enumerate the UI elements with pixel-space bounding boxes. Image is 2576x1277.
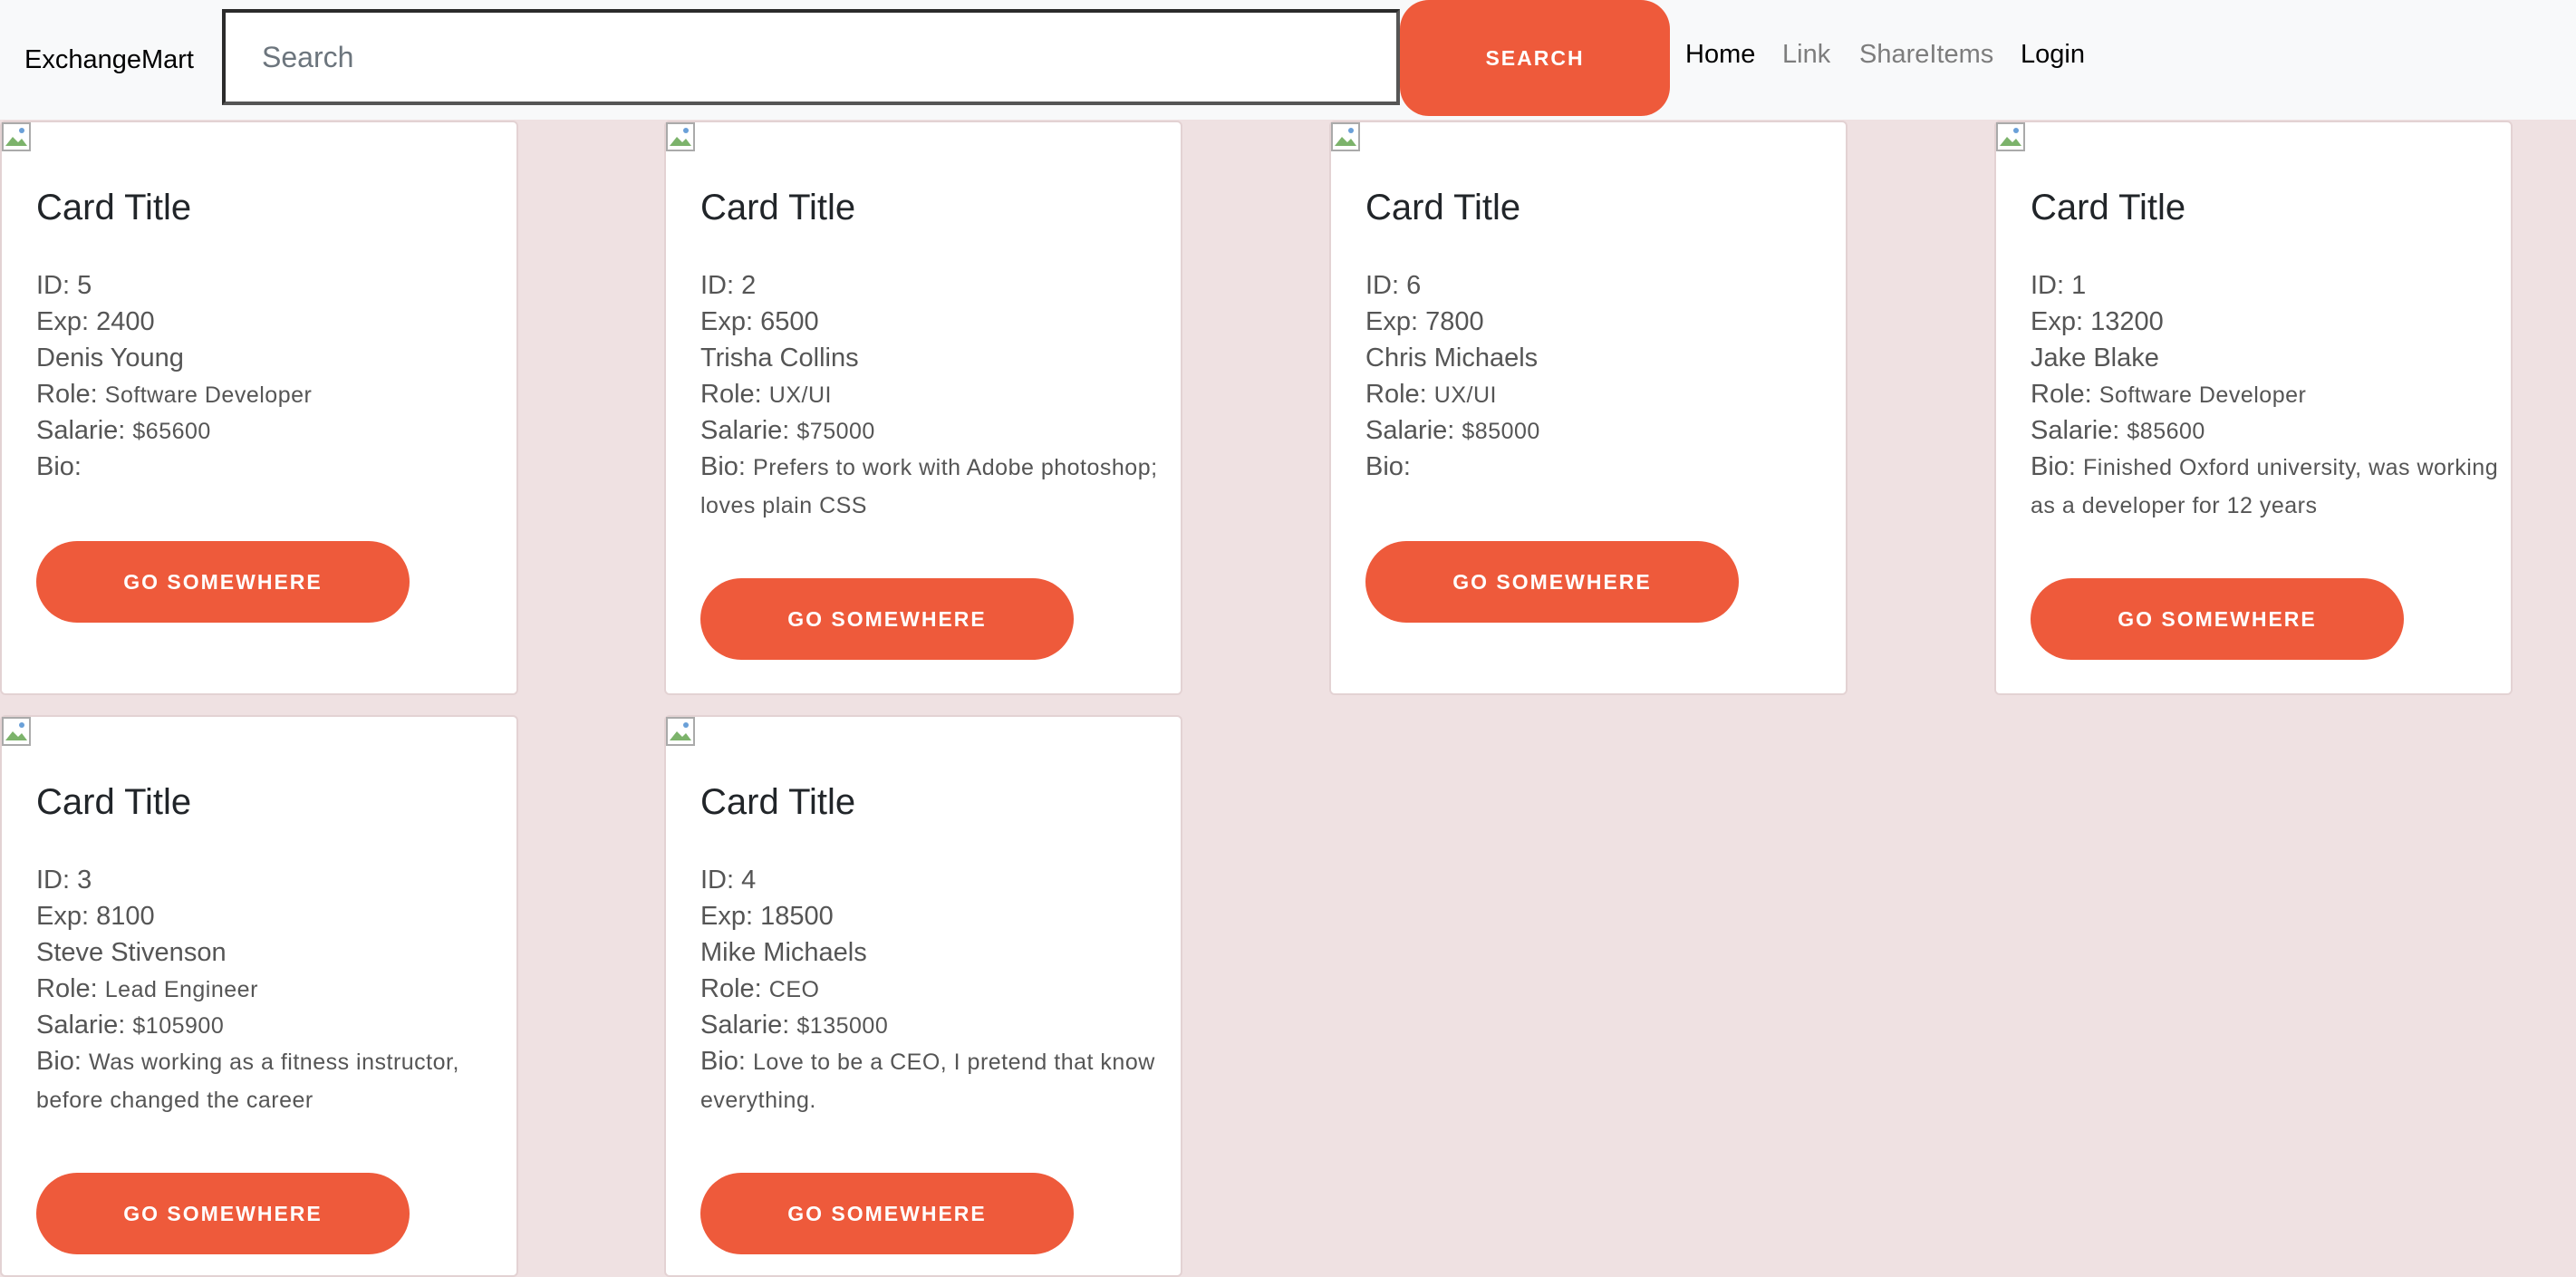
card-exp: Exp: 7800	[1365, 307, 1484, 336]
card-name: Mike Michaels	[700, 938, 867, 967]
card-bio: Bio: Was working as a fitness instructor…	[36, 1047, 459, 1113]
go-somewhere-button[interactable]: GO SOMEWHERE	[700, 1173, 1074, 1254]
card-role: Role: Software Developer	[2031, 380, 2307, 409]
card-id: ID: 5	[36, 271, 92, 300]
brand-logo-text[interactable]: ExchangeMart	[24, 45, 194, 75]
card-role: Role: UX/UI	[700, 380, 832, 409]
broken-image-icon	[1331, 122, 1360, 151]
broken-image-icon	[666, 122, 695, 151]
go-somewhere-button[interactable]: GO SOMEWHERE	[2031, 578, 2404, 660]
broken-image-icon	[2, 717, 31, 746]
card-salary: Salarie: $75000	[700, 416, 875, 445]
card-bio: Bio: Love to be a CEO, I pretend that kn…	[700, 1047, 1155, 1113]
card-salary: Salarie: $85000	[1365, 416, 1540, 445]
card-exp: Exp: 13200	[2031, 307, 2164, 336]
navbar: ExchangeMart SEARCH Home Link ShareItems…	[0, 0, 2576, 120]
search-input[interactable]	[222, 9, 1400, 105]
go-somewhere-button[interactable]: GO SOMEWHERE	[700, 578, 1074, 660]
card-name: Trisha Collins	[700, 343, 859, 372]
card-role: Role: Lead Engineer	[36, 974, 258, 1003]
card-role: Role: Software Developer	[36, 380, 313, 409]
employee-card: Card Title ID: 2 Exp: 6500 Trisha Collin…	[664, 121, 1182, 695]
card-title: Card Title	[36, 188, 192, 227]
employee-card: Card Title ID: 5 Exp: 2400 Denis Young R…	[0, 121, 518, 695]
employee-card: Card Title ID: 4 Exp: 18500 Mike Michael…	[664, 715, 1182, 1277]
card-bio: Bio: Prefers to work with Adobe photosho…	[700, 452, 1158, 518]
card-id: ID: 6	[1365, 271, 1422, 300]
go-somewhere-button[interactable]: GO SOMEWHERE	[1365, 541, 1739, 623]
card-exp: Exp: 2400	[36, 307, 155, 336]
card-id: ID: 3	[36, 866, 92, 895]
card-id: ID: 1	[2031, 271, 2087, 300]
card-title: Card Title	[2031, 188, 2186, 227]
card-title: Card Title	[700, 782, 856, 822]
card-bio: Bio:	[1365, 452, 1411, 481]
card-salary: Salarie: $65600	[36, 416, 211, 445]
card-role: Role: UX/UI	[1365, 380, 1497, 409]
card-name: Chris Michaels	[1365, 343, 1539, 372]
nav-link-home[interactable]: Home	[1685, 40, 1755, 70]
card-name: Jake Blake	[2031, 343, 2159, 372]
card-name: Denis Young	[36, 343, 184, 372]
employee-card: Card Title ID: 6 Exp: 7800 Chris Michael…	[1329, 121, 1848, 695]
card-id: ID: 2	[700, 271, 757, 300]
card-exp: Exp: 6500	[700, 307, 819, 336]
card-salary: Salarie: $85600	[2031, 416, 2205, 445]
card-bio: Bio:	[36, 452, 82, 481]
card-bio: Bio: Finished Oxford university, was wor…	[2031, 452, 2499, 518]
go-somewhere-button[interactable]: GO SOMEWHERE	[36, 541, 410, 623]
card-id: ID: 4	[700, 866, 757, 895]
card-name: Steve Stivenson	[36, 938, 227, 967]
nav-link-link[interactable]: Link	[1782, 40, 1830, 70]
card-title: Card Title	[1365, 188, 1521, 227]
card-title: Card Title	[36, 782, 192, 822]
employee-card: Card Title ID: 3 Exp: 8100 Steve Stivens…	[0, 715, 518, 1277]
nav-link-login[interactable]: Login	[2021, 40, 2085, 70]
broken-image-icon	[1996, 122, 2025, 151]
go-somewhere-button[interactable]: GO SOMEWHERE	[36, 1173, 410, 1254]
card-exp: Exp: 18500	[700, 902, 834, 931]
broken-image-icon	[666, 717, 695, 746]
broken-image-icon	[2, 122, 31, 151]
search-button[interactable]: SEARCH	[1400, 0, 1670, 116]
employee-card: Card Title ID: 1 Exp: 13200 Jake Blake R…	[1994, 121, 2513, 695]
card-role: Role: CEO	[700, 974, 820, 1003]
nav-link-shareitems[interactable]: ShareItems	[1859, 40, 1993, 70]
card-exp: Exp: 8100	[36, 902, 155, 931]
card-salary: Salarie: $105900	[36, 1011, 225, 1040]
card-salary: Salarie: $135000	[700, 1011, 889, 1040]
card-title: Card Title	[700, 188, 856, 227]
